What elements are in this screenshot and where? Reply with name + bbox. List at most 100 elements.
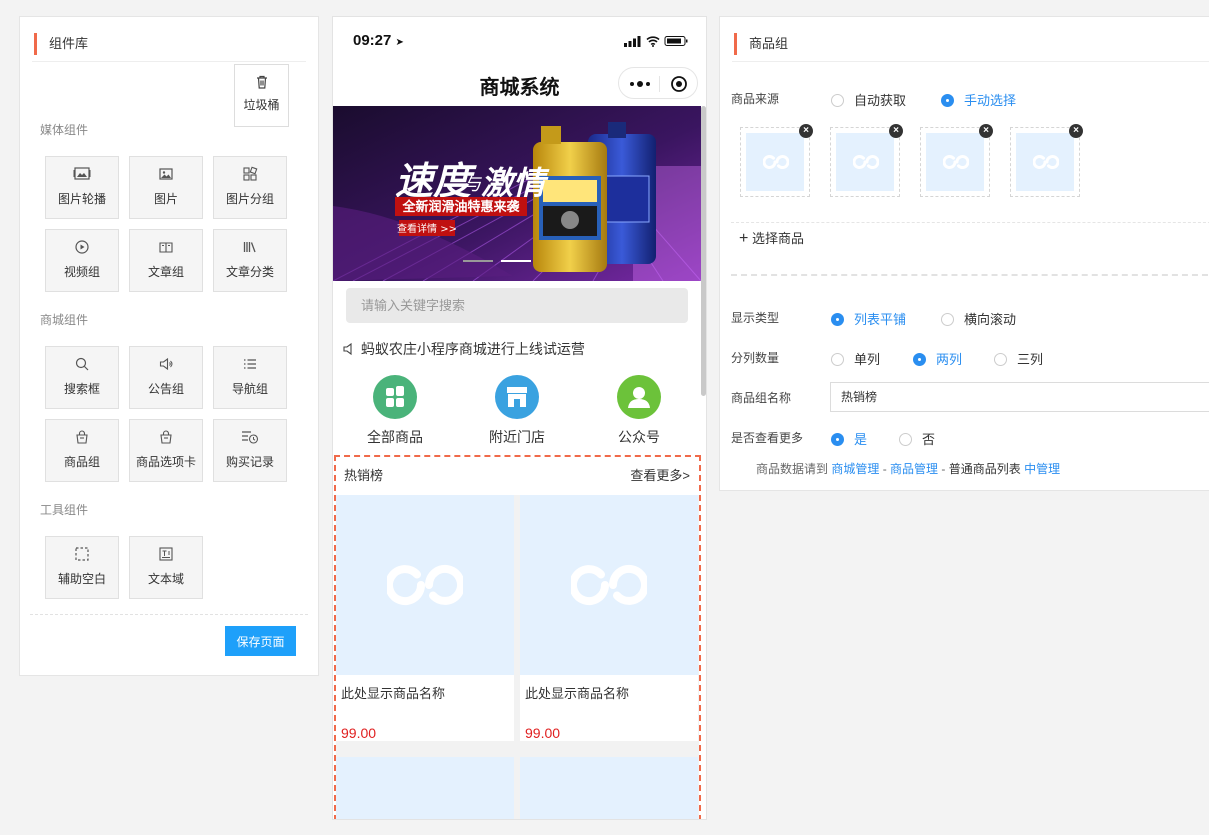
component-label: 视频组 [63, 265, 100, 279]
component-label: 文章分类 [225, 265, 274, 279]
divider [32, 61, 306, 62]
component-carousel[interactable]: 图片轮播 [45, 156, 119, 219]
radio-show-more-no[interactable]: 否 [899, 429, 935, 448]
trash-icon [256, 75, 267, 89]
component-goods-group[interactable]: 商品组 [45, 419, 119, 482]
notice-bar: 蚂蚁农庄小程序商城进行上线试运营 [343, 339, 585, 359]
status-time: 09:27 ➤ [353, 32, 404, 49]
select-goods-button[interactable]: + 选择商品 [731, 222, 1209, 254]
component-search-box[interactable]: 搜索框 [45, 346, 119, 409]
component-nav-group[interactable]: 导航组 [213, 346, 287, 409]
bag-icon [76, 430, 88, 444]
radio-dot [831, 313, 844, 326]
view-more-link[interactable]: 查看更多> [630, 457, 690, 495]
radio-two-columns[interactable]: 两列 [913, 349, 962, 368]
radio-dot [899, 433, 912, 446]
history-icon [242, 431, 259, 444]
text-icon [159, 547, 173, 561]
remove-icon[interactable]: × [799, 124, 813, 138]
panel-title: 组件库 [34, 33, 88, 55]
banner-carousel[interactable]: 速度 与 激情 全新润滑油特惠来袭 查看详情 >> [333, 106, 701, 281]
goods-image-placeholder [836, 133, 894, 191]
nav-label: 附近门店 [489, 429, 545, 445]
nav-nearby-store[interactable]: 附近门店 [467, 375, 567, 447]
image-group-icon [243, 166, 258, 181]
goods-management-link[interactable]: 商品管理 [890, 462, 938, 476]
radio-manual-select[interactable]: 手动选择 [941, 90, 1016, 109]
source-label: 商品来源 [731, 92, 780, 106]
notice-text: 蚂蚁农庄小程序商城进行上线试运营 [360, 341, 585, 357]
mall-management-link[interactable]: 商城管理 [831, 462, 879, 476]
component-spacer[interactable]: 辅助空白 [45, 536, 119, 599]
remove-icon[interactable]: × [889, 124, 903, 138]
component-label: 辅助空白 [57, 572, 106, 586]
nav-label: 公众号 [618, 429, 660, 445]
remove-icon[interactable]: × [979, 124, 993, 138]
radio-show-more-yes[interactable]: 是 [831, 429, 867, 448]
goods-card[interactable]: 此处显示商品名称 99.00 [336, 495, 514, 741]
section-media-label: 媒体组件 [40, 123, 89, 137]
component-purchase-records[interactable]: 购买记录 [213, 419, 287, 482]
save-page-button[interactable]: 保存页面 [225, 626, 296, 656]
group-name-input[interactable]: 热销榜 [830, 382, 1209, 412]
close-target-icon[interactable] [670, 75, 688, 93]
component-article-category[interactable]: 文章分类 [213, 229, 287, 292]
manage-link[interactable]: 中管理 [1024, 462, 1060, 476]
nav-all-goods[interactable]: 全部商品 [345, 375, 445, 447]
radio-list-tile[interactable]: 列表平铺 [831, 309, 906, 328]
component-label: 商品组 [63, 455, 100, 469]
banner-image: 速度 与 激情 全新润滑油特惠来袭 查看详情 >> [333, 106, 701, 281]
radio-single-column[interactable]: 单列 [831, 349, 880, 368]
goods-image-placeholder [520, 495, 698, 675]
component-label: 图片轮播 [57, 192, 106, 206]
trash-bin[interactable]: 垃圾桶 [234, 64, 289, 127]
component-text-area[interactable]: 文本域 [129, 536, 203, 599]
component-label: 购买记录 [225, 455, 274, 469]
goods-name: 此处显示商品名称 [341, 686, 446, 701]
component-image[interactable]: 图片 [129, 156, 203, 219]
component-notice-group[interactable]: 公告组 [129, 346, 203, 409]
component-label: 搜索框 [63, 382, 100, 396]
mini-program-capsule[interactable] [618, 67, 698, 99]
remove-icon[interactable]: × [1069, 124, 1083, 138]
goods-group-preview[interactable]: 热销榜 查看更多> 此处显示商品名称 99.00 此处显示商品名称 99.00 [334, 455, 701, 819]
radio-horizontal-scroll[interactable]: 横向滚动 [941, 309, 1016, 328]
nav-official-account[interactable]: 公众号 [589, 375, 689, 447]
component-label: 文章组 [147, 265, 184, 279]
link-icon [387, 564, 463, 606]
goods-image-placeholder [1016, 133, 1074, 191]
search-input[interactable]: 请输入关键字搜索 [346, 288, 688, 323]
goods-title: 热销榜 [344, 468, 384, 483]
component-goods-tabs[interactable]: 商品选项卡 [129, 419, 203, 482]
carousel-dot-active[interactable] [501, 260, 531, 262]
section-mall-label: 商城组件 [40, 313, 89, 327]
speaker-icon [159, 357, 173, 371]
component-video-group[interactable]: 视频组 [45, 229, 119, 292]
signal-wifi-battery-icon [624, 36, 688, 47]
goods-image-placeholder [336, 495, 514, 675]
goods-card[interactable] [520, 757, 698, 819]
selected-goods-thumb[interactable]: × [1010, 124, 1083, 197]
selected-goods-thumb[interactable]: × [740, 124, 813, 197]
radio-dot [941, 313, 954, 326]
goods-header: 热销榜 查看更多> [336, 457, 699, 495]
account-icon [617, 375, 661, 419]
goods-card[interactable] [336, 757, 514, 819]
component-article-group[interactable]: 文章组 [129, 229, 203, 292]
search-icon [75, 357, 89, 371]
goods-card[interactable]: 此处显示商品名称 99.00 [520, 495, 698, 741]
component-label: 商品选项卡 [135, 455, 196, 469]
phone-preview: 09:27 ➤ 商城系统 速度 与 激情 全新润滑油特惠来袭 查看详情 >> 请… [332, 16, 707, 820]
carousel-dot[interactable] [463, 260, 493, 262]
goods-group-settings-panel: 商品组 商品来源 自动获取 手动选择 × × × × + 选择商品 显示类型 列… [719, 16, 1209, 491]
selected-goods-thumb[interactable]: × [920, 124, 993, 197]
radio-three-columns[interactable]: 三列 [994, 349, 1043, 368]
scrollbar[interactable] [701, 106, 706, 396]
trash-label: 垃圾桶 [243, 98, 280, 112]
radio-dot [913, 353, 926, 366]
component-image-group[interactable]: 图片分组 [213, 156, 287, 219]
goods-image-placeholder [746, 133, 804, 191]
selected-goods-thumb[interactable]: × [830, 124, 903, 197]
radio-auto-fetch[interactable]: 自动获取 [831, 90, 906, 109]
more-dots-icon[interactable] [629, 78, 651, 90]
